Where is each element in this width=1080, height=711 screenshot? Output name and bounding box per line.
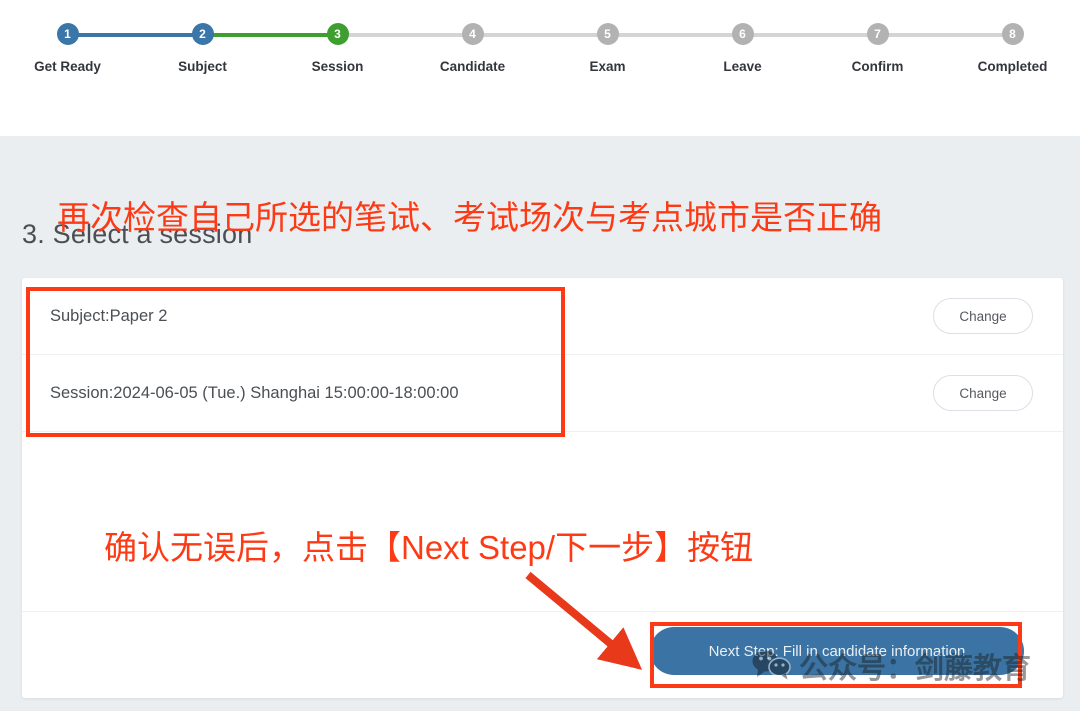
stepper-step-session[interactable]: 3 Session: [202, 0, 405, 74]
stepper-connector: [472, 33, 608, 37]
stepper-connector: [742, 33, 878, 37]
stepper-step-number: 3: [326, 23, 349, 45]
next-step-button[interactable]: Next Step: Fill in candidate information: [650, 627, 1024, 675]
header-bar: 1 Get Ready 2 Subject 3 Session 4 Candid…: [0, 0, 1080, 136]
stepper-connector: [607, 33, 743, 37]
stepper-step-exam[interactable]: 5 Exam: [472, 0, 675, 74]
stepper-step-confirm[interactable]: 7 Confirm: [742, 0, 945, 74]
stepper-step-number: 6: [731, 23, 754, 45]
stepper-step-leave[interactable]: 6 Leave: [607, 0, 810, 74]
stepper-step-completed[interactable]: 8 Completed: [877, 0, 1080, 74]
change-session-button[interactable]: Change: [933, 375, 1033, 411]
stepper-step-number: 7: [866, 23, 889, 45]
stepper-connector: [337, 33, 473, 37]
stepper-step-candidate[interactable]: 4 Candidate: [337, 0, 540, 74]
stepper-step-label: Subject: [178, 59, 227, 74]
stepper-step-number: 1: [56, 23, 79, 45]
stepper-step-label: Session: [311, 59, 364, 74]
stepper-connector: [202, 33, 338, 37]
stepper-connector: [877, 33, 1013, 37]
stepper-step-number: 4: [461, 23, 484, 45]
stepper-step-number: 2: [191, 23, 214, 45]
page-title: 3. Select a session: [22, 219, 253, 249]
stepper-step-label: Exam: [589, 59, 626, 74]
table-row-session: Session:2024-06-05 (Tue.) Shanghai 15:00…: [22, 355, 1063, 432]
session-summary-card: Subject:Paper 2 Change Session:2024-06-0…: [22, 278, 1063, 698]
change-subject-button[interactable]: Change: [933, 298, 1033, 334]
session-value: Session:2024-06-05 (Tue.) Shanghai 15:00…: [50, 383, 459, 402]
card-empty-area: [22, 432, 1063, 612]
stepper-step-label: Completed: [977, 59, 1048, 74]
subject-value: Subject:Paper 2: [50, 306, 168, 325]
card-footer: Next Step: Fill in candidate information: [22, 612, 1063, 696]
stepper-step-label: Leave: [723, 59, 762, 74]
stepper-step-label: Confirm: [851, 59, 904, 74]
stepper-step-subject[interactable]: 2 Subject: [67, 0, 270, 74]
stepper-step-get-ready[interactable]: 1 Get Ready: [0, 0, 135, 74]
stepper-step-number: 8: [1001, 23, 1024, 45]
stepper-step-number: 5: [596, 23, 619, 45]
stepper-step-label: Candidate: [439, 59, 506, 74]
stepper-connector: [67, 33, 203, 37]
progress-stepper: 1 Get Ready 2 Subject 3 Session 4 Candid…: [0, 0, 1080, 100]
stepper-step-label: Get Ready: [34, 59, 101, 74]
table-row-subject: Subject:Paper 2 Change: [22, 278, 1063, 355]
